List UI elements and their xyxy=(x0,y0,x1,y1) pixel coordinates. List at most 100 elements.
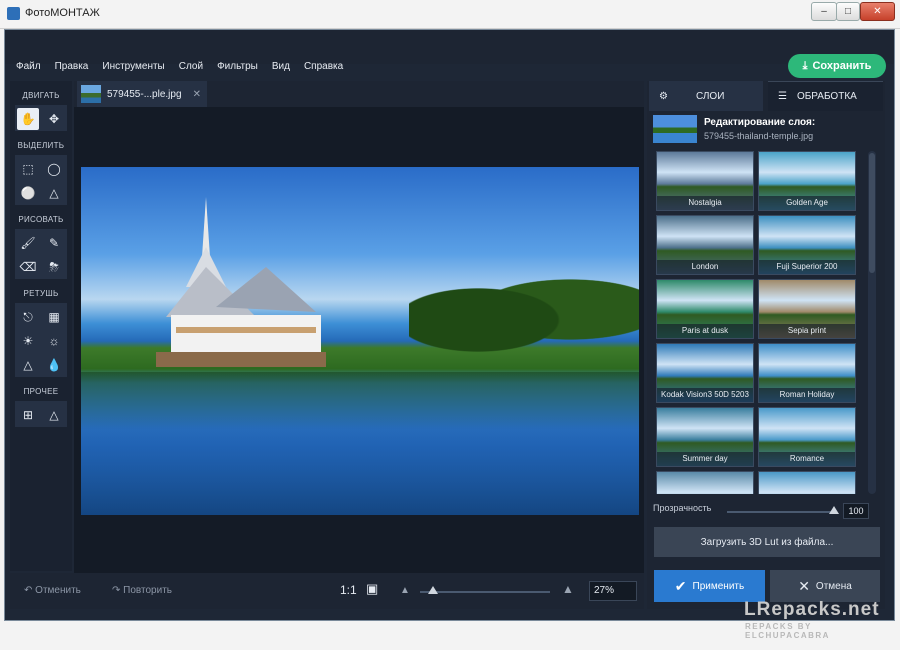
trees-illustration xyxy=(409,257,639,362)
right-panel: ⚙ СЛОИ ☰ ОБРАБОТКА Редактирование слоя: … xyxy=(647,81,885,609)
app-window: Файл Правка Инструменты Слой Фильтры Вид… xyxy=(4,29,895,621)
title-bar: ФотоМОНТАЖ – □ ✕ xyxy=(0,0,900,29)
preset-item[interactable] xyxy=(656,471,754,494)
preset-item[interactable]: Golden Age xyxy=(758,151,856,211)
polygon-lasso-icon[interactable]: △ xyxy=(43,182,65,204)
hand-tool-icon[interactable]: ✋ xyxy=(17,108,39,130)
burn-icon[interactable]: ☼ xyxy=(43,330,65,352)
watermark-sub: REPACKS BY ELCHUPACABRA xyxy=(745,622,830,640)
rect-select-icon[interactable]: ⬚ xyxy=(17,158,39,180)
zoom-in-icon[interactable]: ▲ xyxy=(562,582,574,596)
section-draw-label: РИСОВАТЬ xyxy=(18,215,64,224)
brush-icon[interactable]: 🖌 xyxy=(17,232,39,254)
sharpen-icon[interactable]: △ xyxy=(17,354,39,376)
save-button-label: Сохранить xyxy=(812,60,872,72)
stamp-icon[interactable]: ⎋ xyxy=(17,306,39,328)
opacity-slider-track[interactable] xyxy=(727,511,833,513)
document-tab[interactable]: 579455-...ple.jpg ✕ xyxy=(77,81,207,107)
opacity-slider-knob[interactable] xyxy=(829,506,839,514)
canvas-area: 579455-...ple.jpg ✕ xyxy=(74,81,644,573)
move-tool-icon[interactable]: ✥ xyxy=(43,108,65,130)
tab-layers-label: СЛОИ xyxy=(695,90,725,102)
zoom-input[interactable]: 27% xyxy=(589,581,637,601)
cancel-button[interactable]: ✕ Отмена xyxy=(770,570,880,602)
fit-screen-icon[interactable]: ▣ xyxy=(366,581,378,597)
opacity-value-input[interactable]: 100 xyxy=(843,503,869,519)
preset-label: London xyxy=(657,260,753,274)
preset-label: Fuji Superior 200 xyxy=(759,260,855,274)
layer-info-title: Редактирование слоя: xyxy=(704,117,816,128)
download-icon: ⤓ xyxy=(802,59,808,72)
photo-canvas[interactable] xyxy=(81,167,639,515)
layer-info-file: 579455-thailand-temple.jpg xyxy=(704,131,814,141)
section-move-label: ДВИГАТЬ xyxy=(22,91,60,100)
ellipse-select-icon[interactable]: ◯ xyxy=(43,158,65,180)
preset-scrollbar[interactable] xyxy=(868,151,876,494)
preset-label: Summer day xyxy=(657,452,753,466)
bottom-bar: ↶ Отменить ↷ Повторить 1:1 ▣ ▲ ▲ 27% xyxy=(10,573,644,609)
minimize-button[interactable]: – xyxy=(811,2,837,21)
menu-bar xyxy=(5,30,894,64)
main-menu: Файл Правка Инструменты Слой Фильтры Вид… xyxy=(16,61,343,72)
section-retouch-label: РЕТУШЬ xyxy=(23,289,59,298)
menu-tools[interactable]: Инструменты xyxy=(102,61,164,72)
opacity-row: Прозрачность 100 xyxy=(653,503,881,519)
menu-file[interactable]: Файл xyxy=(16,61,41,72)
preset-item[interactable]: Romance xyxy=(758,407,856,467)
app-icon xyxy=(7,7,20,20)
apply-button-label: Применить xyxy=(692,580,745,592)
fill-bucket-icon[interactable]: ⛈ xyxy=(43,256,65,278)
preset-item[interactable]: Roman Holiday xyxy=(758,343,856,403)
ratio-button[interactable]: 1:1 xyxy=(340,583,357,597)
tab-processing[interactable]: ☰ ОБРАБОТКА xyxy=(768,81,883,111)
menu-view[interactable]: Вид xyxy=(272,61,290,72)
load-3d-lut-button[interactable]: Загрузить 3D Lut из файла... xyxy=(654,527,880,557)
save-button[interactable]: ⤓ Сохранить xyxy=(788,54,886,78)
preset-item[interactable]: Nostalgia xyxy=(656,151,754,211)
screen: ФотоМОНТАЖ – □ ✕ Файл Правка Инструменты… xyxy=(0,0,900,650)
preset-item[interactable]: London xyxy=(656,215,754,275)
preset-item[interactable]: Paris at dusk xyxy=(656,279,754,339)
preset-label: Sepia print xyxy=(759,324,855,338)
dodge-icon[interactable]: ☀ xyxy=(17,330,39,352)
zoom-out-icon[interactable]: ▲ xyxy=(400,585,410,596)
preset-item[interactable]: Kodak Vision3 50D 5203 xyxy=(656,343,754,403)
patch-icon[interactable]: ▦ xyxy=(43,306,65,328)
close-tab-icon[interactable]: ✕ xyxy=(193,89,201,100)
cancel-button-label: Отмена xyxy=(815,580,852,592)
crop-icon[interactable]: ⊞ xyxy=(17,404,39,426)
preset-item[interactable] xyxy=(758,471,856,494)
lasso-icon[interactable]: ⚪ xyxy=(17,182,39,204)
close-button[interactable]: ✕ xyxy=(860,2,895,21)
pencil-icon[interactable]: ✎ xyxy=(43,232,65,254)
maximize-button[interactable]: □ xyxy=(836,2,860,21)
preset-item[interactable]: Summer day xyxy=(656,407,754,467)
menu-filters[interactable]: Фильтры xyxy=(217,61,258,72)
tab-layers[interactable]: ⚙ СЛОИ xyxy=(649,81,763,111)
preset-label: Paris at dusk xyxy=(657,324,753,338)
menu-edit[interactable]: Правка xyxy=(55,61,89,72)
eraser-icon[interactable]: ⌫ xyxy=(17,256,39,278)
redo-button[interactable]: ↷ Повторить xyxy=(112,585,172,596)
undo-label: Отменить xyxy=(35,585,81,596)
apply-button[interactable]: ✔ Применить xyxy=(654,570,765,602)
sliders-icon: ⚙ xyxy=(659,90,668,102)
blur-drop-icon[interactable]: 💧 xyxy=(43,354,65,376)
preset-item[interactable]: Sepia print xyxy=(758,279,856,339)
undo-button[interactable]: ↶ Отменить xyxy=(24,585,81,596)
menu-help[interactable]: Справка xyxy=(304,61,343,72)
section-other-label: ПРОЧЕЕ xyxy=(23,387,59,396)
zoom-slider-knob[interactable] xyxy=(428,586,438,594)
preset-item[interactable]: Fuji Superior 200 xyxy=(758,215,856,275)
layers-icon: ☰ xyxy=(778,91,787,102)
menu-layer[interactable]: Слой xyxy=(179,61,203,72)
redo-label: Повторить xyxy=(123,585,172,596)
zoom-slider-track[interactable] xyxy=(420,591,550,593)
preset-grid: Nostalgia Golden Age London Fuji Superior 2… xyxy=(656,151,858,494)
watermark-main: LRepacks.net xyxy=(744,599,880,620)
preset-label: Nostalgia xyxy=(657,196,753,210)
shapes-icon[interactable]: △ xyxy=(43,404,65,426)
tool-panel: ДВИГАТЬ ✋ ✥ ВЫДЕЛИТЬ ⬚ ◯ ⚪ △ РИСОВАТЬ 🖌 … xyxy=(10,81,72,571)
close-x-icon: ✕ xyxy=(798,577,810,594)
preset-label: Romance xyxy=(759,452,855,466)
